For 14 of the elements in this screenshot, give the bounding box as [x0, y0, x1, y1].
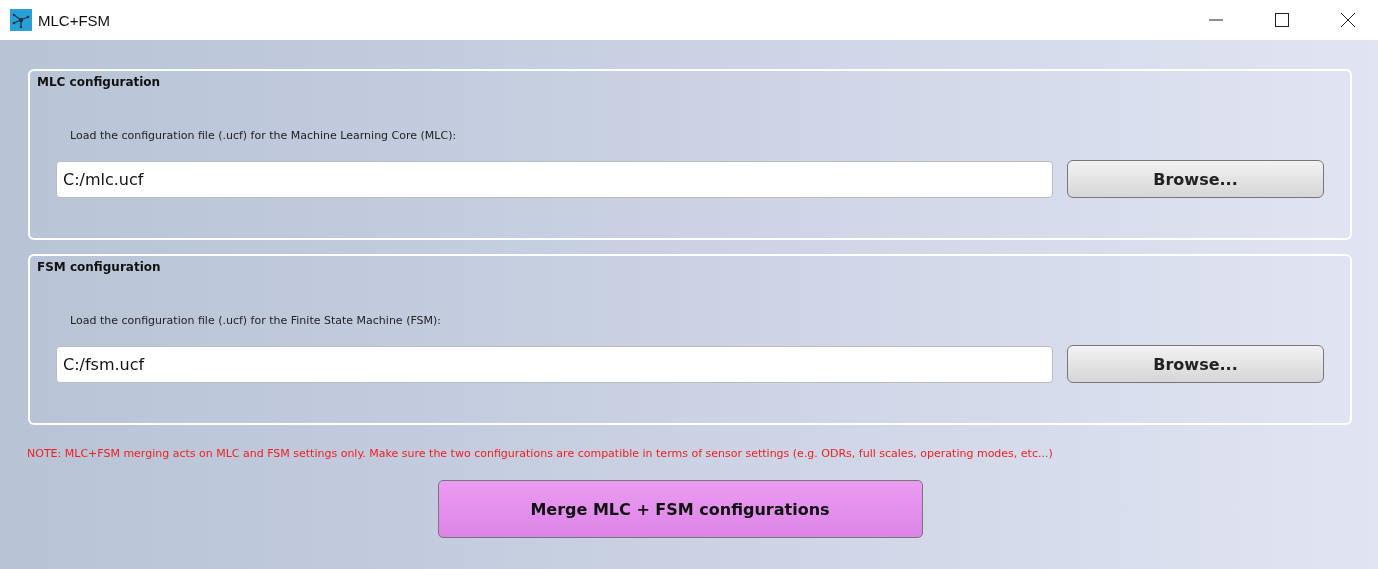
group-title: FSM configuration — [37, 260, 162, 274]
maximize-icon[interactable] — [1274, 12, 1290, 28]
window-title: MLC+FSM — [38, 11, 111, 29]
browse-button[interactable]: Browse... — [1067, 345, 1324, 383]
close-icon[interactable] — [1340, 12, 1356, 28]
group-title: MLC configuration — [37, 75, 162, 89]
note-text: NOTE: MLC+FSM merging acts on MLC and FSM settings only. Make sure the two configurations are compatible in terms of sensor settings (e.g. ODRs, full scales, operating modes, etc...) — [27, 447, 1054, 460]
merge-button[interactable]: Merge MLC + FSM configurations — [437, 480, 923, 538]
file-path-field[interactable]: C:/fsm.ucf — [56, 345, 1053, 383]
file-path-field[interactable]: C:/mlc.ucf — [56, 160, 1053, 198]
description-label: Load the configuration file (.ucf) for the Machine Learning Core (MLC): — [70, 129, 458, 142]
description-label: Load the configuration file (.ucf) for the Finite State Machine (FSM): — [70, 314, 443, 327]
app-icon — [10, 9, 32, 31]
browse-button[interactable]: Browse... — [1067, 160, 1324, 198]
